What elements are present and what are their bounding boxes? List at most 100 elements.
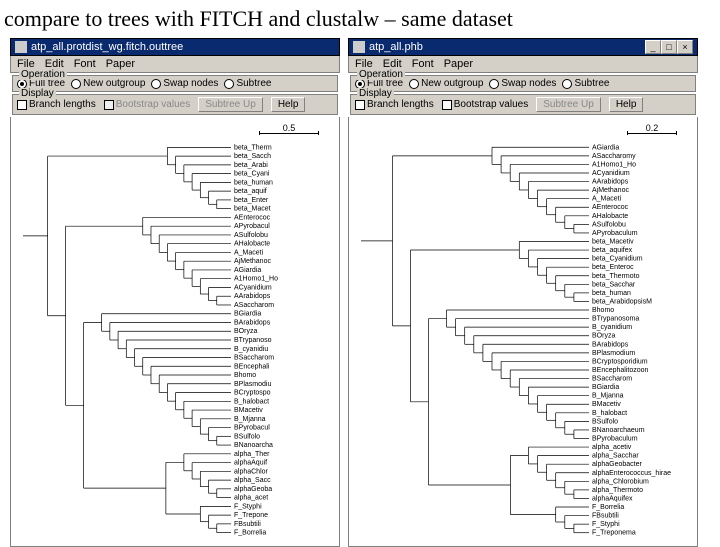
help-button[interactable]: Help: [271, 97, 306, 112]
menu-paper[interactable]: Paper: [106, 58, 135, 70]
taxon-label: beta_Enteroc: [592, 264, 634, 271]
taxon-label: beta_aquif: [234, 188, 267, 195]
taxon-label: ACyanidium: [234, 284, 272, 291]
radio-new-outgroup[interactable]: New outgroup: [71, 78, 145, 89]
subtree-up-button[interactable]: Subtree Up: [536, 97, 601, 112]
display-legend: Display: [19, 88, 56, 99]
panel-fitch: atp_all.protdist_wg.fitch.outtree File E…: [10, 38, 340, 547]
taxon-label: AGiardia: [592, 144, 619, 151]
taxon-label: B_Mjanna: [234, 416, 266, 423]
taxon-label: BPlasmodiu: [234, 381, 271, 388]
operation-group-left: Operation Full tree New outgroup Swap no…: [12, 75, 338, 92]
close-button[interactable]: ×: [677, 40, 693, 54]
taxon-label: beta_Sacchar: [592, 281, 636, 288]
taxon-label: beta_Cyani: [234, 171, 270, 178]
taxon-label: AArabidops: [592, 179, 629, 186]
radio-subtree[interactable]: Subtree: [224, 78, 271, 89]
taxon-label: B_cyanidium: [592, 324, 632, 331]
taxon-label: beta_aquifex: [592, 247, 633, 254]
taxon-label: BArabidops: [234, 319, 271, 326]
checkbox-branch-lengths[interactable]: Branch lengths: [17, 99, 96, 110]
taxon-label: AHalobacte: [592, 213, 628, 220]
taxon-label: BMacetiv: [234, 407, 263, 414]
taxon-label: ASulfolobu: [592, 221, 626, 228]
radio-new-outgroup[interactable]: New outgroup: [409, 78, 483, 89]
checkbox-bootstrap[interactable]: Bootstrap values: [442, 99, 529, 110]
taxon-label: alpha_Sacchar: [592, 453, 639, 460]
help-button[interactable]: Help: [609, 97, 644, 112]
operation-legend: Operation: [357, 69, 405, 80]
taxon-label: AjMethanoc: [234, 258, 271, 265]
taxon-label: beta_Enter: [234, 197, 269, 204]
taxon-label: BPyrobacul: [234, 425, 270, 432]
taxon-label: beta_Sacch: [234, 153, 271, 160]
menu-font[interactable]: Font: [74, 58, 96, 70]
taxon-label: alphaEnterococcus_hirae: [592, 470, 671, 477]
taxon-label: BPlasmodium: [592, 350, 635, 357]
taxon-label: ACyanidium: [592, 170, 630, 177]
taxon-label: BSaccharom: [592, 376, 632, 383]
taxon-label: BMacetiv: [592, 401, 621, 408]
taxon-label: APyrobaculum: [592, 230, 638, 237]
taxon-label: B_halobact: [234, 398, 269, 405]
taxon-label: BCryptosporidium: [592, 358, 648, 365]
window-title: atp_all.phb: [369, 41, 423, 53]
taxon-label: APyrobacul: [234, 223, 270, 230]
radio-swap-nodes[interactable]: Swap nodes: [151, 78, 218, 89]
taxon-label: ASulfolobu: [234, 232, 268, 239]
radio-swap-nodes[interactable]: Swap nodes: [489, 78, 556, 89]
taxon-label: B_cyanidiu: [234, 346, 268, 353]
taxon-label: BOryza: [234, 328, 257, 335]
tree-canvas-left[interactable]: 0.5 beta_Thermbeta_Sacchbeta_Arabibeta_C…: [10, 117, 340, 547]
taxon-label: BPyrobaculum: [592, 436, 638, 443]
taxon-label: alpha_Sacc: [234, 477, 271, 484]
tree-canvas-right[interactable]: 0.2 AGiardiaASaccharomyA1Homo1_HoACyanid…: [348, 117, 698, 547]
taxon-label: F_Borrelia: [592, 504, 624, 511]
taxon-label: BSulfolo: [592, 418, 618, 425]
taxon-label: beta_human: [592, 290, 631, 297]
taxon-label: BGiardia: [234, 311, 261, 318]
taxon-label: beta_Therm: [234, 144, 272, 151]
subtree-up-button[interactable]: Subtree Up: [198, 97, 263, 112]
app-icon: [15, 41, 27, 53]
taxon-label: beta_ArabidopsisM: [592, 298, 652, 305]
taxon-label: BOryza: [592, 333, 615, 340]
taxon-label: BTrypanosoma: [592, 316, 639, 323]
titlebar-left[interactable]: atp_all.protdist_wg.fitch.outtree: [10, 38, 340, 56]
taxon-label: F_Styphi: [592, 521, 620, 528]
taxon-label: BCryptospo: [234, 390, 271, 397]
taxon-label: Bhomo: [234, 372, 256, 379]
minimize-button[interactable]: _: [645, 40, 661, 54]
taxon-label: alpha_acet: [234, 495, 268, 502]
taxon-label: AHalobacte: [234, 241, 270, 248]
taxon-label: BEncephalitozoon: [592, 367, 649, 374]
taxon-label: B_halobact: [592, 410, 627, 417]
taxon-label: F_Treponema: [592, 530, 636, 537]
slide-title: compare to trees with FITCH and clustalw…: [0, 0, 720, 38]
radio-subtree[interactable]: Subtree: [562, 78, 609, 89]
taxon-label: AEnterococ: [234, 214, 271, 221]
taxon-label: alphaGeobacter: [592, 461, 642, 468]
taxon-label: ASaccharomy: [592, 153, 636, 160]
checkbox-branch-lengths[interactable]: Branch lengths: [355, 99, 434, 110]
taxon-label: F_Styphi: [234, 503, 262, 510]
maximize-button[interactable]: □: [661, 40, 677, 54]
titlebar-right[interactable]: atp_all.phb _ □ ×: [348, 38, 698, 56]
taxon-label: alphaAquifex: [592, 495, 633, 502]
operation-legend: Operation: [19, 69, 67, 80]
taxon-label: BNanoarchaeum: [592, 427, 645, 434]
taxon-label: BNanoarcha: [234, 442, 273, 449]
taxon-label: F_Borrelia: [234, 530, 266, 537]
checkbox-bootstrap[interactable]: Bootstrap values: [104, 99, 191, 110]
taxon-label: alpha_Thermoto: [592, 487, 643, 494]
menu-paper[interactable]: Paper: [444, 58, 473, 70]
taxon-label: beta_Macet: [234, 206, 271, 213]
taxon-label: BGiardia: [592, 384, 619, 391]
display-group-right: Display Branch lengths Bootstrap values …: [350, 94, 696, 115]
menu-font[interactable]: Font: [412, 58, 434, 70]
taxon-label: alphaChlor: [234, 468, 269, 475]
taxon-label: Bhomo: [592, 307, 614, 314]
taxon-label: AGiardia: [234, 267, 261, 274]
taxon-label: beta_Thermoto: [592, 273, 640, 280]
taxon-label: alphaAquif: [234, 460, 267, 467]
